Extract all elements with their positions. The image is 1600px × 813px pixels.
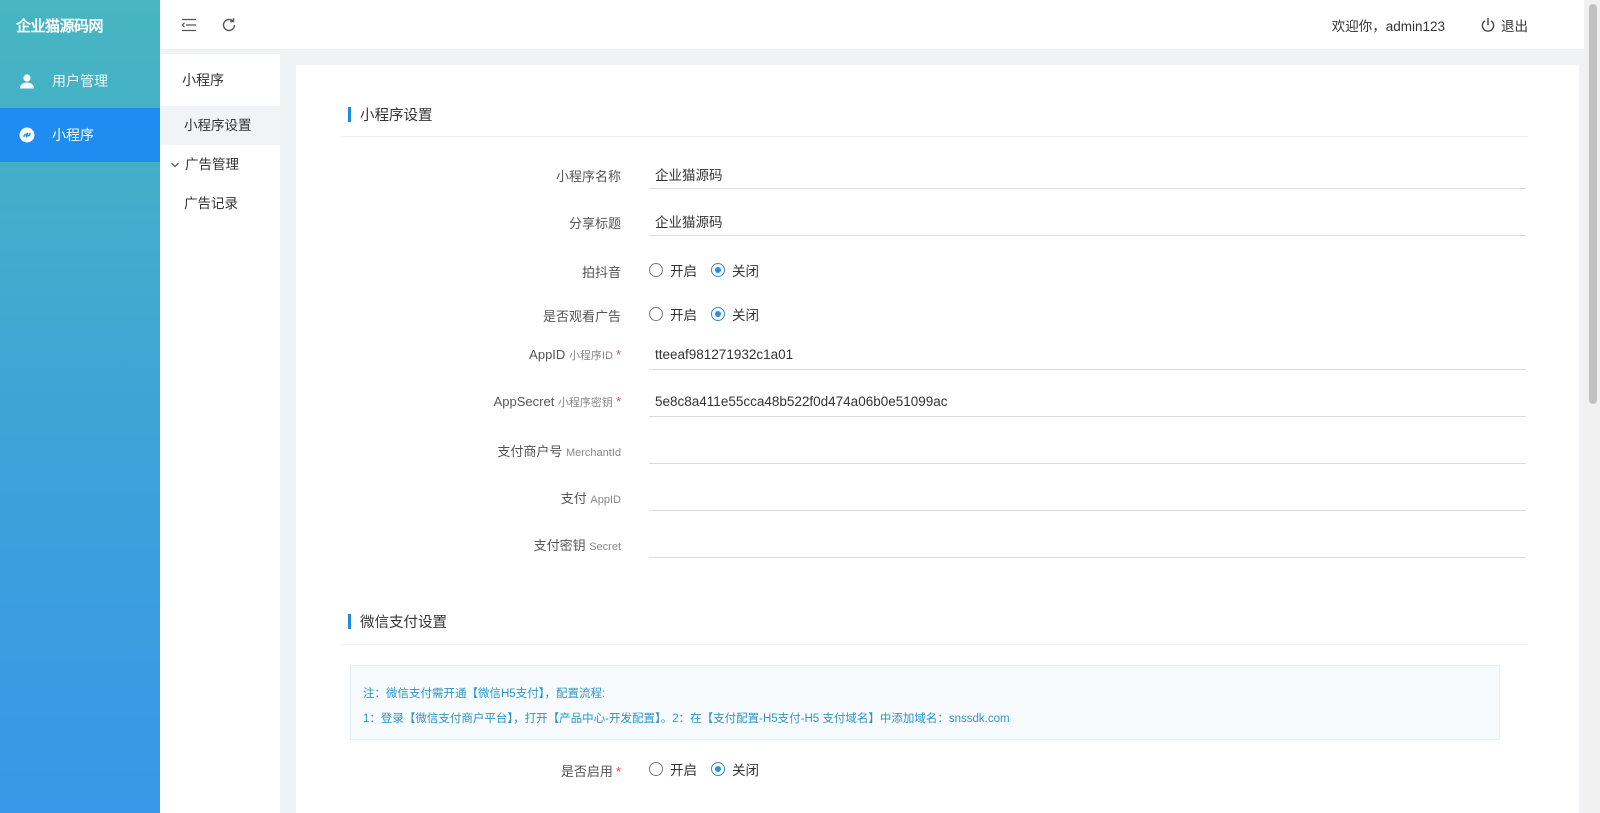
radio-circle — [649, 263, 663, 277]
field-label: 支付商户号 MerchantId — [497, 444, 621, 459]
brand-logo[interactable]: 企业猫源码网 — [0, 0, 160, 54]
section-title-text: 微信支付设置 — [360, 615, 447, 631]
submenu-group-ad-management[interactable]: 广告管理 — [160, 145, 280, 184]
notice-line: 1：登录【微信支付商户平台】，打开【产品中心-开发配置】。2：在【支付配置-H5… — [363, 713, 1010, 725]
app-sidebar: 企业猫源码网 用户管理 小程序 — [0, 0, 160, 813]
top-header: 欢迎你，admin123 退出 — [160, 0, 1600, 50]
nav-item-miniprogram[interactable]: 小程序 — [0, 108, 160, 162]
miniprogram-name-input[interactable] — [649, 159, 1526, 189]
form-row-appsecret: AppSecret 小程序密钥 * — [296, 387, 1579, 417]
logout-label: 退出 — [1501, 18, 1528, 34]
radio-label: 关闭 — [732, 763, 759, 778]
radio-circle-selected — [711, 263, 725, 277]
miniprogram-icon — [18, 126, 36, 144]
field-label: 小程序名称 — [555, 169, 621, 184]
radio-label: 开启 — [670, 264, 697, 279]
radio-circle-selected — [711, 762, 725, 776]
section-accent-bar — [348, 107, 351, 122]
field-label: 拍抖音 — [581, 265, 621, 280]
chevron-down-icon — [170, 161, 182, 169]
section-accent-bar — [348, 614, 351, 629]
field-label: 支付密钥 Secret — [533, 538, 621, 553]
ads-radio-group: 开启 关闭 — [649, 304, 773, 324]
settings-card: 小程序设置 小程序名称 分享标题 拍抖音 开启 关闭 是否观看广告 开启 关闭 … — [296, 65, 1579, 813]
nav-item-label: 小程序 — [52, 127, 94, 143]
user-icon — [18, 72, 36, 90]
logout-button[interactable]: 退出 — [1477, 14, 1528, 36]
welcome-text: 欢迎你，admin123 — [1331, 18, 1445, 34]
radio-label: 开启 — [670, 308, 697, 323]
submenu-title: 小程序 — [182, 72, 224, 88]
section-divider — [340, 136, 1528, 137]
nav-item-user-management[interactable]: 用户管理 — [0, 54, 160, 108]
appsecret-input[interactable] — [649, 387, 1526, 417]
form-row-appid: AppID 小程序ID * — [296, 340, 1579, 370]
sub-sidebar: 小程序 小程序设置 广告管理 广告记录 — [160, 54, 280, 813]
field-label: 是否观看广告 — [542, 309, 621, 324]
section-title-wechat-pay: 微信支付设置 — [348, 611, 447, 632]
nav-item-label: 用户管理 — [52, 73, 108, 89]
radio-circle-selected — [711, 307, 725, 321]
field-label: 支付 AppID — [560, 491, 621, 506]
ads-radio-off[interactable]: 关闭 — [711, 304, 759, 324]
field-label: 是否启用 * — [560, 764, 621, 779]
form-row-name: 小程序名称 — [296, 159, 1579, 189]
radio-circle — [649, 307, 663, 321]
radio-label: 关闭 — [732, 264, 759, 279]
douyin-radio-off[interactable]: 关闭 — [711, 260, 759, 280]
power-icon — [1477, 14, 1499, 36]
form-row-douyin: 拍抖音 开启 关闭 — [296, 255, 1579, 285]
form-row-share-title: 分享标题 — [296, 206, 1579, 236]
section-title-miniprogram: 小程序设置 — [348, 104, 433, 125]
form-row-merchant-id: 支付商户号 MerchantId — [296, 434, 1579, 464]
radio-label: 开启 — [670, 763, 697, 778]
share-title-input[interactable] — [649, 206, 1526, 236]
radio-circle — [649, 762, 663, 776]
section-divider — [340, 644, 1528, 645]
wechat-pay-notice: 注：微信支付需开通【微信H5支付】，配置流程: 1：登录【微信支付商户平台】，打… — [350, 665, 1500, 740]
form-row-enable: 是否启用 * 开启 关闭 — [296, 754, 1579, 784]
merchant-id-input[interactable] — [649, 434, 1526, 464]
enable-radio-off[interactable]: 关闭 — [711, 759, 759, 779]
field-label: AppSecret 小程序密钥 * — [493, 394, 621, 409]
section-title-text: 小程序设置 — [360, 108, 433, 124]
vertical-scrollbar[interactable] — [1584, 0, 1600, 813]
pay-secret-input[interactable] — [649, 528, 1526, 558]
submenu-group-label: 广告管理 — [185, 157, 239, 172]
refresh-icon[interactable] — [218, 14, 240, 36]
notice-line: 注：微信支付需开通【微信H5支付】，配置流程: — [363, 688, 606, 700]
form-row-pay-appid: 支付 AppID — [296, 481, 1579, 511]
enable-radio-on[interactable]: 开启 — [649, 759, 697, 779]
submenu-item-miniprogram-settings[interactable]: 小程序设置 — [160, 106, 280, 145]
douyin-radio-on[interactable]: 开启 — [649, 260, 697, 280]
appid-input[interactable] — [649, 340, 1526, 370]
menu-collapse-icon[interactable] — [178, 14, 200, 36]
pay-appid-input[interactable] — [649, 481, 1526, 511]
enable-radio-group: 开启 关闭 — [649, 759, 773, 779]
field-label: AppID 小程序ID * — [529, 347, 621, 362]
form-row-pay-secret: 支付密钥 Secret — [296, 528, 1579, 558]
submenu-item-ad-records[interactable]: 广告记录 — [160, 184, 280, 223]
radio-label: 关闭 — [732, 308, 759, 323]
scrollbar-thumb[interactable] — [1589, 4, 1597, 404]
form-row-watch-ads: 是否观看广告 开启 关闭 — [296, 299, 1579, 329]
field-label: 分享标题 — [568, 216, 621, 231]
douyin-radio-group: 开启 关闭 — [649, 260, 773, 280]
ads-radio-on[interactable]: 开启 — [649, 304, 697, 324]
